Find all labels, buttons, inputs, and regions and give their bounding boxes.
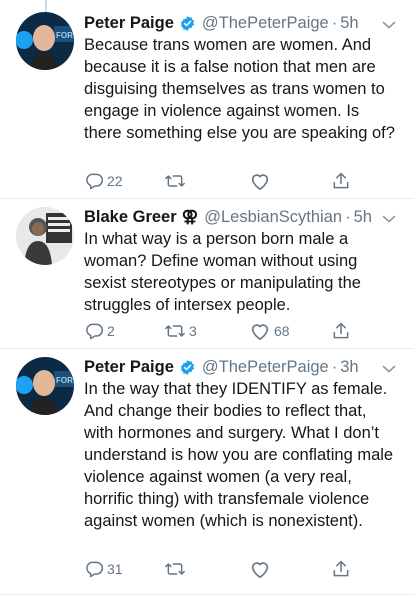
reply-icon [86, 561, 104, 578]
tweet-1[interactable]: FORM Peter Paige @ThePeterPaige · 5h Bec… [0, 0, 414, 200]
tweet-actions: 31 [84, 558, 364, 580]
tweet-text: Because trans women are women. And becau… [84, 36, 395, 142]
tweet-text: In the way that they IDENTIFY as female.… [84, 380, 394, 530]
avatar[interactable] [16, 207, 74, 265]
share-icon [333, 172, 349, 189]
like-count: 68 [274, 323, 290, 339]
tweet-3[interactable]: FORM Peter Paige @ThePeterPaige · 3h In … [0, 349, 414, 600]
chevron-down-icon[interactable] [382, 208, 396, 230]
like-button[interactable] [249, 171, 274, 191]
reply-icon [86, 323, 104, 340]
reply-count: 2 [107, 323, 115, 339]
tweet-header: Peter Paige @ThePeterPaige · 5h [84, 12, 396, 34]
svg-text:FORM: FORM [56, 31, 74, 40]
user-handle[interactable]: @ThePeterPaige [202, 12, 329, 34]
heart-icon [251, 324, 269, 340]
retweet-button[interactable] [164, 559, 189, 579]
heart-icon [251, 562, 269, 578]
reply-button[interactable]: 22 [84, 171, 123, 191]
avatar[interactable]: FORM [16, 357, 74, 415]
svg-text:FORM: FORM [56, 376, 74, 385]
retweet-icon [165, 325, 185, 337]
tweet-header: Peter Paige @ThePeterPaige · 3h [84, 356, 396, 378]
reply-count: 31 [107, 561, 123, 577]
reply-button[interactable]: 2 [84, 321, 115, 341]
separator-dot: · [345, 208, 351, 226]
separator-dot: · [331, 14, 338, 32]
tweet-header: Blake Greer ⚢ @LesbianScythian · 5h [84, 206, 396, 228]
separator-dot: · [331, 358, 338, 376]
like-button[interactable]: 68 [249, 321, 290, 341]
tweet-text: In what way is a person born male a woma… [84, 230, 361, 314]
tweet-divider [0, 594, 414, 595]
share-icon [333, 560, 349, 577]
retweet-button[interactable]: 3 [164, 321, 197, 341]
display-name[interactable]: Blake Greer [84, 206, 177, 228]
timestamp[interactable]: 5h [340, 12, 358, 34]
timestamp[interactable]: 3h [340, 356, 358, 378]
verified-badge-icon [179, 359, 196, 376]
heart-icon [251, 174, 269, 190]
chevron-down-icon[interactable] [382, 14, 396, 36]
retweet-count: 3 [189, 323, 197, 339]
display-name[interactable]: Peter Paige [84, 12, 174, 34]
person-avatar-icon [16, 207, 74, 265]
retweet-button[interactable] [164, 171, 189, 191]
user-handle[interactable]: @LesbianScythian [204, 206, 342, 228]
share-button[interactable] [331, 171, 351, 191]
name-symbol: ⚢ [181, 208, 199, 226]
avatar[interactable]: FORM [16, 12, 74, 70]
verified-badge-icon [179, 15, 196, 32]
chevron-down-icon[interactable] [382, 358, 396, 380]
retweet-icon [165, 175, 185, 187]
like-button[interactable] [249, 559, 274, 579]
timestamp[interactable]: 5h [354, 206, 372, 228]
reply-icon [86, 173, 104, 190]
retweet-icon [165, 563, 185, 575]
person-avatar-icon: FORM [16, 357, 74, 415]
display-name[interactable]: Peter Paige [84, 356, 174, 378]
share-button[interactable] [331, 559, 351, 579]
tweet-actions: 22 [84, 170, 364, 192]
reply-count: 22 [107, 173, 123, 189]
share-button[interactable] [331, 321, 351, 341]
person-avatar-icon: FORM [16, 12, 74, 70]
user-handle[interactable]: @ThePeterPaige [202, 356, 329, 378]
tweet-2[interactable]: Blake Greer ⚢ @LesbianScythian · 5h In w… [0, 199, 414, 348]
share-icon [333, 322, 349, 339]
tweet-actions: 2 3 68 [84, 320, 364, 342]
reply-button[interactable]: 31 [84, 559, 123, 579]
